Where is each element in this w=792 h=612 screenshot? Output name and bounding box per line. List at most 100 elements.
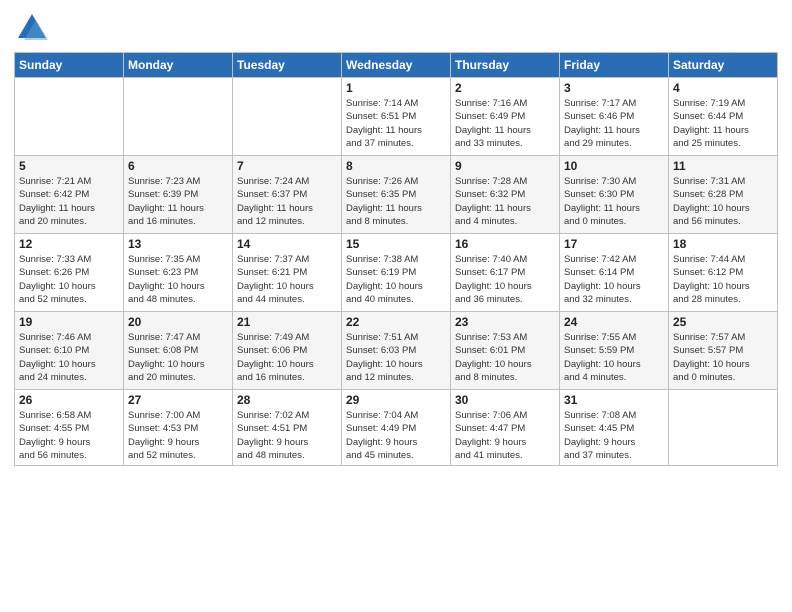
day-info: Sunrise: 7:24 AMSunset: 6:37 PMDaylight:… — [237, 175, 337, 228]
day-info: Sunrise: 7:28 AMSunset: 6:32 PMDaylight:… — [455, 175, 555, 228]
calendar-cell: 17 Sunrise: 7:42 AMSunset: 6:14 PMDayligh… — [560, 234, 669, 312]
day-info: Sunrise: 7:57 AMSunset: 5:57 PMDaylight:… — [673, 331, 773, 384]
weekday-header-row: SundayMondayTuesdayWednesdayThursdayFrid… — [15, 53, 778, 78]
day-number: 18 — [673, 237, 773, 251]
day-number: 8 — [346, 159, 446, 173]
day-number: 28 — [237, 393, 337, 407]
calendar-cell — [669, 390, 778, 466]
day-info: Sunrise: 7:16 AMSunset: 6:49 PMDaylight:… — [455, 97, 555, 150]
calendar-cell: 18 Sunrise: 7:44 AMSunset: 6:12 PMDayligh… — [669, 234, 778, 312]
calendar-cell: 9 Sunrise: 7:28 AMSunset: 6:32 PMDaylight… — [451, 156, 560, 234]
day-info: Sunrise: 7:26 AMSunset: 6:35 PMDaylight:… — [346, 175, 446, 228]
calendar-cell: 3 Sunrise: 7:17 AMSunset: 6:46 PMDaylight… — [560, 78, 669, 156]
day-info: Sunrise: 7:00 AMSunset: 4:53 PMDaylight:… — [128, 409, 228, 462]
calendar-cell: 20Sunrise: 7:47 AMSunset: 6:08 PMDayligh… — [124, 312, 233, 390]
day-info: Sunrise: 7:02 AMSunset: 4:51 PMDaylight:… — [237, 409, 337, 462]
day-info: Sunrise: 7:04 AMSunset: 4:49 PMDaylight:… — [346, 409, 446, 462]
day-info: Sunrise: 7:21 AMSunset: 6:42 PMDaylight:… — [19, 175, 119, 228]
day-info: Sunrise: 7:37 AMSunset: 6:21 PMDaylight:… — [237, 253, 337, 306]
calendar-cell: 28 Sunrise: 7:02 AMSunset: 4:51 PMDayligh… — [233, 390, 342, 466]
weekday-header-sunday: Sunday — [15, 53, 124, 78]
day-number: 13 — [128, 237, 228, 251]
day-number: 17 — [564, 237, 664, 251]
calendar-cell — [233, 78, 342, 156]
day-number: 30 — [455, 393, 555, 407]
calendar-cell: 13Sunrise: 7:35 AMSunset: 6:23 PMDayligh… — [124, 234, 233, 312]
day-info: Sunrise: 7:42 AMSunset: 6:14 PMDaylight:… — [564, 253, 664, 306]
day-number: 2 — [455, 81, 555, 95]
calendar-cell: 1 Sunrise: 7:14 AMSunset: 6:51 PMDaylight… — [342, 78, 451, 156]
day-number: 12 — [19, 237, 119, 251]
day-info: Sunrise: 7:40 AMSunset: 6:17 PMDaylight:… — [455, 253, 555, 306]
day-info: Sunrise: 7:33 AMSunset: 6:26 PMDaylight:… — [19, 253, 119, 306]
day-number: 24 — [564, 315, 664, 329]
calendar-cell: 2 Sunrise: 7:16 AMSunset: 6:49 PMDaylight… — [451, 78, 560, 156]
day-info: Sunrise: 7:51 AMSunset: 6:03 PMDaylight:… — [346, 331, 446, 384]
day-info: Sunrise: 7:49 AMSunset: 6:06 PMDaylight:… — [237, 331, 337, 384]
day-number: 11 — [673, 159, 773, 173]
day-number: 15 — [346, 237, 446, 251]
calendar-cell: 27 Sunrise: 7:00 AMSunset: 4:53 PMDayligh… — [124, 390, 233, 466]
day-number: 27 — [128, 393, 228, 407]
day-info: Sunrise: 7:55 AMSunset: 5:59 PMDaylight:… — [564, 331, 664, 384]
calendar-cell: 25Sunrise: 7:57 AMSunset: 5:57 PMDayligh… — [669, 312, 778, 390]
day-number: 5 — [19, 159, 119, 173]
day-number: 6 — [128, 159, 228, 173]
day-info: Sunrise: 7:38 AMSunset: 6:19 PMDaylight:… — [346, 253, 446, 306]
calendar-cell: 26Sunrise: 6:58 AMSunset: 4:55 PMDayligh… — [15, 390, 124, 466]
day-number: 21 — [237, 315, 337, 329]
logo — [14, 10, 52, 46]
weekday-header-wednesday: Wednesday — [342, 53, 451, 78]
calendar-cell: 4Sunrise: 7:19 AMSunset: 6:44 PMDaylight… — [669, 78, 778, 156]
day-info: Sunrise: 7:23 AMSunset: 6:39 PMDaylight:… — [128, 175, 228, 228]
day-number: 31 — [564, 393, 664, 407]
day-number: 3 — [564, 81, 664, 95]
logo-icon — [14, 10, 50, 46]
week-row-3: 12 Sunrise: 7:33 AMSunset: 6:26 PMDayligh… — [15, 234, 778, 312]
calendar-cell: 7Sunrise: 7:24 AMSunset: 6:37 PMDaylight… — [233, 156, 342, 234]
weekday-header-tuesday: Tuesday — [233, 53, 342, 78]
calendar-cell: 10 Sunrise: 7:30 AMSunset: 6:30 PMDayligh… — [560, 156, 669, 234]
day-number: 26 — [19, 393, 119, 407]
day-number: 23 — [455, 315, 555, 329]
day-info: Sunrise: 7:47 AMSunset: 6:08 PMDaylight:… — [128, 331, 228, 384]
calendar-cell: 16Sunrise: 7:40 AMSunset: 6:17 PMDayligh… — [451, 234, 560, 312]
day-info: Sunrise: 7:19 AMSunset: 6:44 PMDaylight:… — [673, 97, 773, 150]
day-info: Sunrise: 7:44 AMSunset: 6:12 PMDaylight:… — [673, 253, 773, 306]
weekday-header-monday: Monday — [124, 53, 233, 78]
day-info: Sunrise: 7:17 AMSunset: 6:46 PMDaylight:… — [564, 97, 664, 150]
day-info: Sunrise: 7:06 AMSunset: 4:47 PMDaylight:… — [455, 409, 555, 462]
calendar-cell: 11 Sunrise: 7:31 AMSunset: 6:28 PMDayligh… — [669, 156, 778, 234]
calendar-cell: 6 Sunrise: 7:23 AMSunset: 6:39 PMDaylight… — [124, 156, 233, 234]
calendar-cell: 31Sunrise: 7:08 AMSunset: 4:45 PMDayligh… — [560, 390, 669, 466]
weekday-header-thursday: Thursday — [451, 53, 560, 78]
week-row-2: 5 Sunrise: 7:21 AMSunset: 6:42 PMDaylight… — [15, 156, 778, 234]
calendar-cell — [124, 78, 233, 156]
calendar-cell: 15 Sunrise: 7:38 AMSunset: 6:19 PMDayligh… — [342, 234, 451, 312]
calendar-cell: 14 Sunrise: 7:37 AMSunset: 6:21 PMDayligh… — [233, 234, 342, 312]
weekday-header-saturday: Saturday — [669, 53, 778, 78]
week-row-4: 19Sunrise: 7:46 AMSunset: 6:10 PMDayligh… — [15, 312, 778, 390]
day-number: 22 — [346, 315, 446, 329]
calendar-cell: 24 Sunrise: 7:55 AMSunset: 5:59 PMDayligh… — [560, 312, 669, 390]
day-number: 10 — [564, 159, 664, 173]
day-info: Sunrise: 7:31 AMSunset: 6:28 PMDaylight:… — [673, 175, 773, 228]
calendar-cell: 5 Sunrise: 7:21 AMSunset: 6:42 PMDaylight… — [15, 156, 124, 234]
calendar-cell: 29Sunrise: 7:04 AMSunset: 4:49 PMDayligh… — [342, 390, 451, 466]
calendar-cell: 30 Sunrise: 7:06 AMSunset: 4:47 PMDayligh… — [451, 390, 560, 466]
day-number: 9 — [455, 159, 555, 173]
calendar-cell: 23 Sunrise: 7:53 AMSunset: 6:01 PMDayligh… — [451, 312, 560, 390]
day-info: Sunrise: 7:53 AMSunset: 6:01 PMDaylight:… — [455, 331, 555, 384]
day-number: 14 — [237, 237, 337, 251]
calendar-cell: 22 Sunrise: 7:51 AMSunset: 6:03 PMDayligh… — [342, 312, 451, 390]
weekday-header-friday: Friday — [560, 53, 669, 78]
week-row-5: 26Sunrise: 6:58 AMSunset: 4:55 PMDayligh… — [15, 390, 778, 466]
day-info: Sunrise: 7:14 AMSunset: 6:51 PMDaylight:… — [346, 97, 446, 150]
day-number: 19 — [19, 315, 119, 329]
calendar-cell: 8 Sunrise: 7:26 AMSunset: 6:35 PMDaylight… — [342, 156, 451, 234]
header — [14, 10, 778, 46]
week-row-1: 1 Sunrise: 7:14 AMSunset: 6:51 PMDaylight… — [15, 78, 778, 156]
calendar-cell: 19Sunrise: 7:46 AMSunset: 6:10 PMDayligh… — [15, 312, 124, 390]
day-number: 1 — [346, 81, 446, 95]
day-info: Sunrise: 7:30 AMSunset: 6:30 PMDaylight:… — [564, 175, 664, 228]
